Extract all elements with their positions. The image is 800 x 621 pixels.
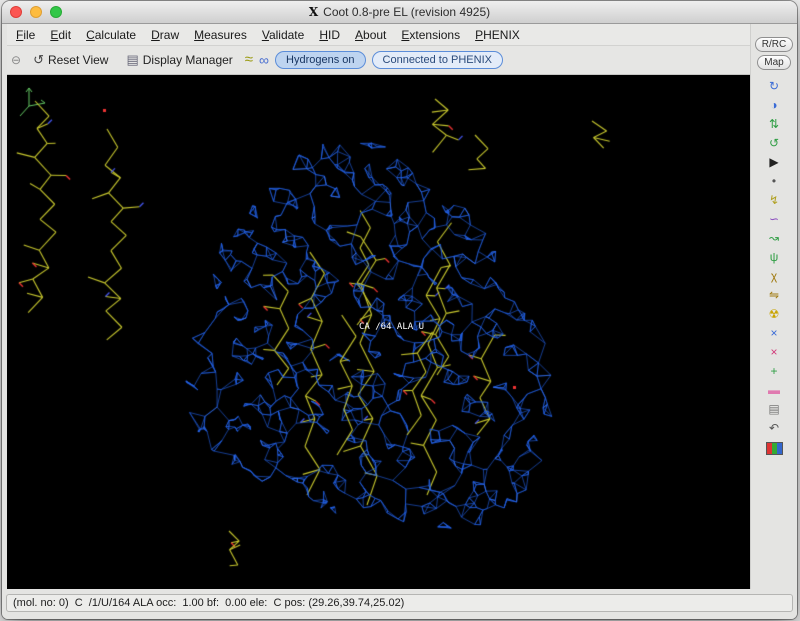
menu-item-about[interactable]: About bbox=[348, 26, 393, 44]
desktop: X Coot 0.8-pre EL (revision 4925) FileEd… bbox=[0, 0, 800, 621]
reset-view-label: Reset View bbox=[48, 53, 108, 67]
minimize-button[interactable] bbox=[30, 6, 42, 18]
undo-icon[interactable]: ↶ bbox=[763, 420, 785, 437]
main-column: FileEditCalculateDrawMeasuresValidateHID… bbox=[2, 24, 750, 589]
trash-icon[interactable]: ▤ bbox=[763, 401, 785, 418]
add-atom-icon[interactable]: + bbox=[763, 363, 785, 380]
menu-item-validate[interactable]: Validate bbox=[255, 26, 312, 44]
rrc-button[interactable]: R/RC bbox=[755, 37, 793, 52]
phenix-connection-badge[interactable]: Connected to PHENIX bbox=[372, 51, 503, 69]
pending-pick-icon[interactable]: • bbox=[763, 173, 785, 190]
gl-viewport: CA /64 ALA U bbox=[7, 75, 750, 589]
reset-view-button[interactable]: ↺ Reset View bbox=[27, 50, 114, 70]
close-button[interactable] bbox=[10, 6, 22, 18]
menu-item-calculate[interactable]: Calculate bbox=[79, 26, 143, 44]
gl-canvas[interactable] bbox=[7, 75, 750, 589]
right-rail: ↻ ◑ ⇅ ↺ ▶ • ↯ ∽ ↝ ψχ ⇋ ☢ × × + ▬ ▤ ↶ bbox=[763, 77, 785, 459]
eraser-icon[interactable]: ▬ bbox=[763, 382, 785, 399]
menu-item-hid[interactable]: HID bbox=[312, 26, 347, 44]
statusbar: (mol. no: 0) C /1/U/164 ALA occ: 1.00 bf… bbox=[2, 589, 797, 619]
window-title-text: Coot 0.8-pre EL (revision 4925) bbox=[323, 5, 490, 19]
x11-icon: X bbox=[309, 5, 318, 19]
delete-item-icon[interactable]: × bbox=[763, 344, 785, 361]
menu-item-phenix[interactable]: PHENIX bbox=[468, 26, 527, 44]
window-controls bbox=[10, 6, 62, 18]
menu-item-edit[interactable]: Edit bbox=[43, 26, 78, 44]
menu-item-file[interactable]: File bbox=[9, 26, 42, 44]
menu-item-draw[interactable]: Draw bbox=[144, 26, 186, 44]
window-title: X Coot 0.8-pre EL (revision 4925) bbox=[309, 5, 490, 19]
zoom-button[interactable] bbox=[50, 6, 62, 18]
clock-icon[interactable]: ◑ bbox=[763, 97, 785, 114]
flip-peptide-icon[interactable]: ⇋ bbox=[763, 287, 785, 304]
regularize-zone-icon[interactable]: ↺ bbox=[763, 135, 785, 152]
radiation-icon[interactable]: ☢ bbox=[763, 306, 785, 323]
toolbar: ⊖ ↺ Reset View ▤ Display Manager ≈ ∞ Hyd… bbox=[7, 46, 750, 75]
pointer-icon[interactable]: ▶ bbox=[763, 154, 785, 171]
reset-view-icon: ↺ bbox=[33, 52, 44, 68]
refine-squiggle-icon[interactable]: ≈ bbox=[245, 52, 253, 68]
coot-window: X Coot 0.8-pre EL (revision 4925) FileEd… bbox=[2, 1, 797, 619]
hydrogens-toggle[interactable]: Hydrogens on bbox=[275, 51, 366, 69]
display-manager-button[interactable]: ▤ Display Manager bbox=[120, 50, 238, 70]
ligand-icon[interactable]: ∞ bbox=[259, 52, 269, 68]
right-panel: R/RC Map ↻ ◑ ⇅ ↺ ▶ • ↯ ∽ ↝ ψχ ⇋ ☢ × × + ▬ ▤ ↶ bbox=[750, 24, 797, 589]
menu-item-extensions[interactable]: Extensions bbox=[394, 26, 467, 44]
map-button[interactable]: Map bbox=[757, 55, 790, 70]
toolbar-overflow-icon[interactable]: ⊖ bbox=[11, 52, 21, 68]
clear-pending-picks-icon[interactable]: × bbox=[763, 325, 785, 342]
atom-label: CA /64 ALA U bbox=[359, 322, 424, 332]
content-row: FileEditCalculateDrawMeasuresValidateHID… bbox=[2, 24, 797, 589]
status-text: (mol. no: 0) C /1/U/164 ALA occ: 1.00 bf… bbox=[6, 594, 793, 612]
rotate-translate-icon[interactable]: ∽ bbox=[763, 211, 785, 228]
real-space-refine-icon[interactable]: ⇅ bbox=[763, 116, 785, 133]
screen-colors-icon[interactable] bbox=[766, 442, 783, 455]
auto-fit-rotamer-icon[interactable]: ↝ bbox=[763, 230, 785, 247]
add-terminal-residue-icon[interactable]: ↯ bbox=[763, 192, 785, 209]
titlebar[interactable]: X Coot 0.8-pre EL (revision 4925) bbox=[2, 1, 797, 24]
rotamers-icon[interactable]: ψ bbox=[763, 249, 785, 266]
edit-chi-angles-icon[interactable]: χ bbox=[763, 268, 785, 285]
menubar: FileEditCalculateDrawMeasuresValidateHID… bbox=[7, 24, 750, 46]
model-refine-dialog-icon[interactable]: ↻ bbox=[763, 78, 785, 95]
menu-item-measures[interactable]: Measures bbox=[187, 26, 254, 44]
display-manager-icon: ▤ bbox=[126, 52, 138, 68]
display-manager-label: Display Manager bbox=[143, 53, 233, 67]
